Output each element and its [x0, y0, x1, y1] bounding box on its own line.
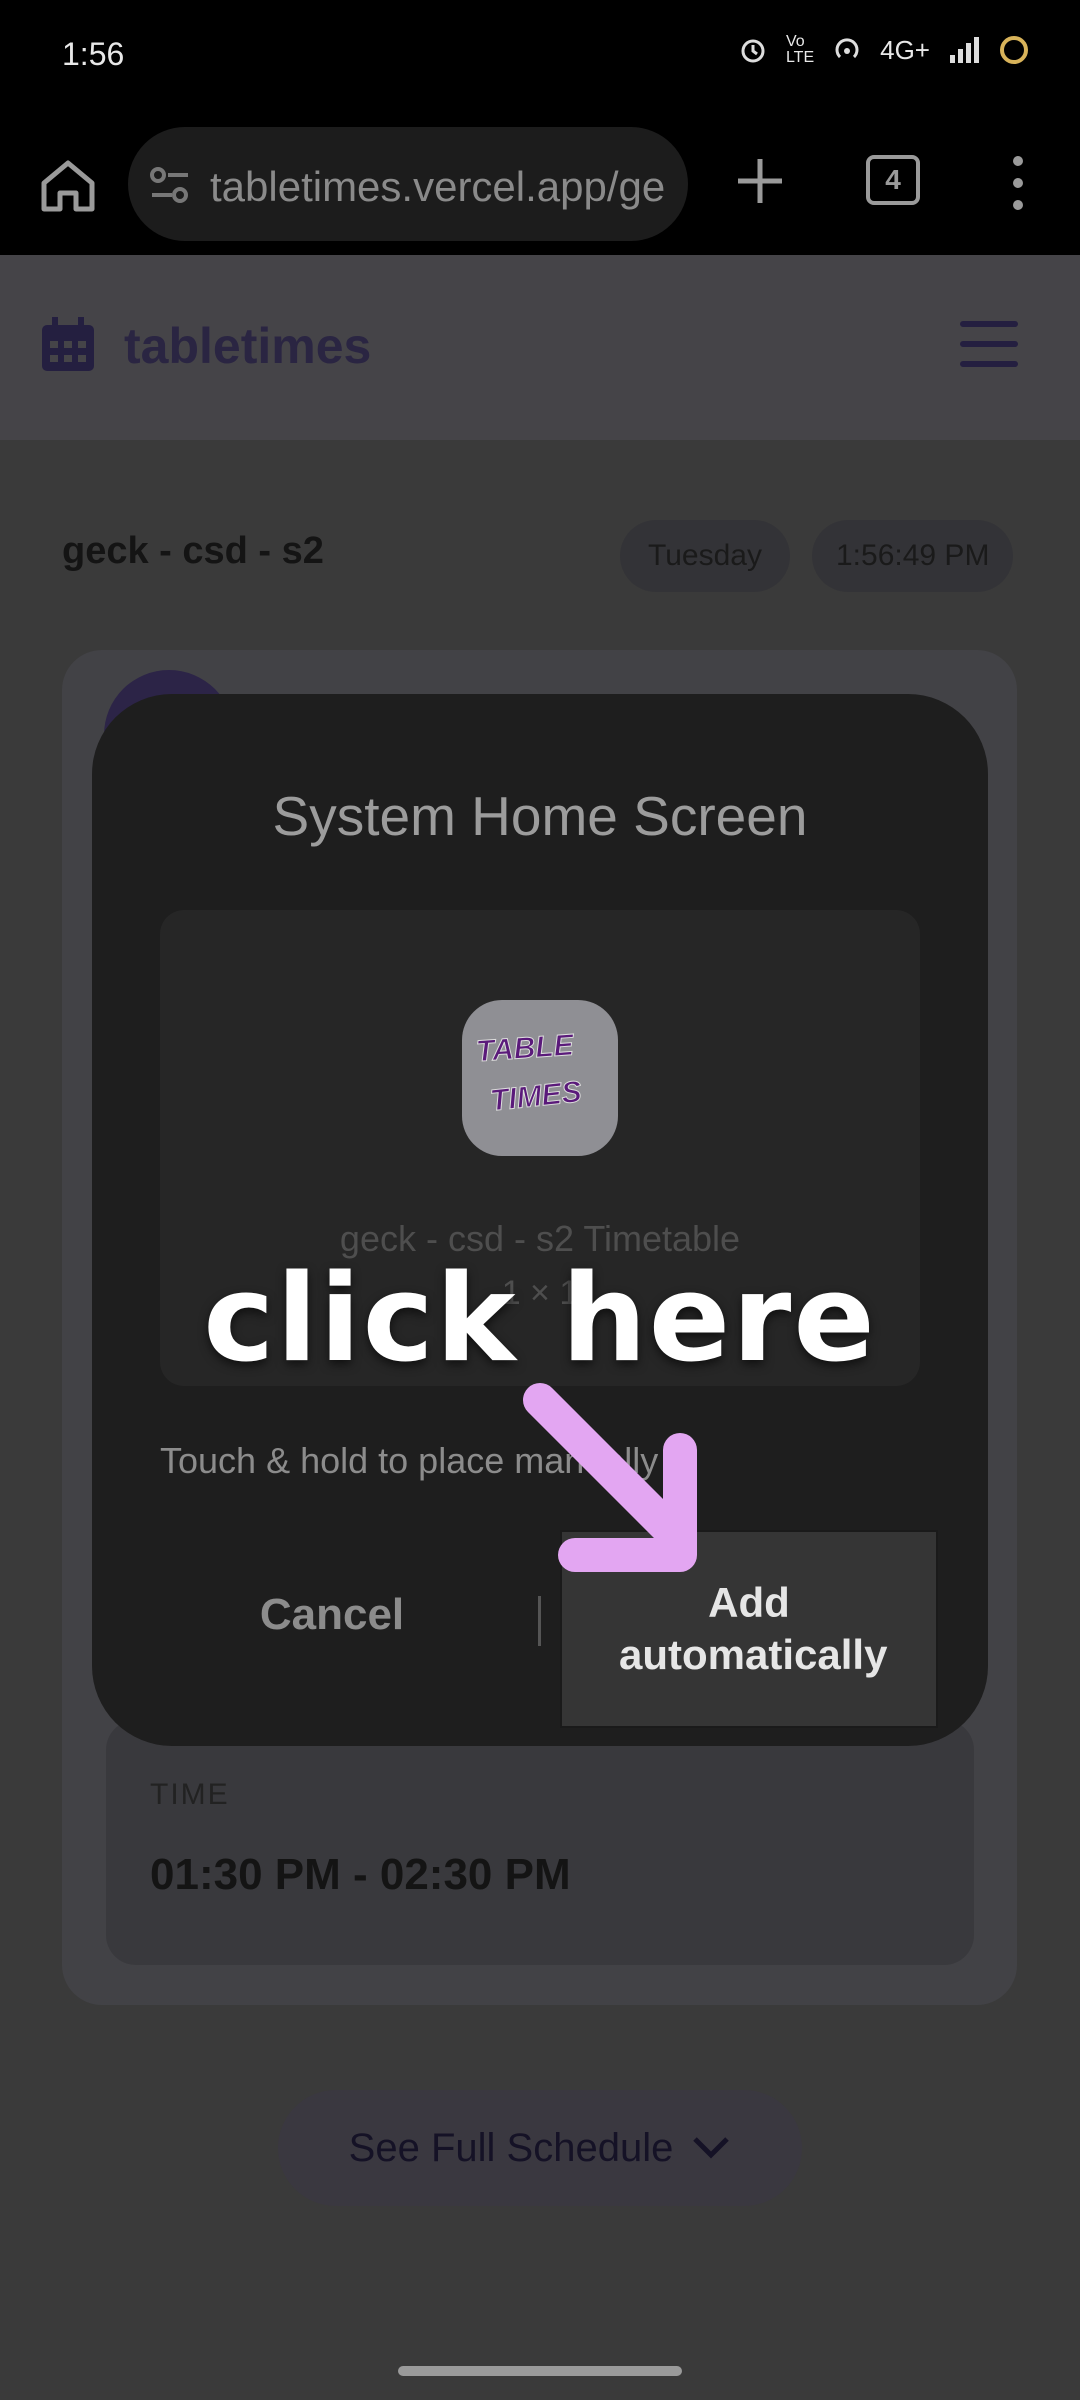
day-badge: Tuesday [620, 520, 790, 592]
url-text: tabletimes.vercel.app/ge [210, 163, 666, 210]
schedule-button-label: See Full Schedule [348, 2125, 674, 2170]
app-icon: TABLE TIMES [462, 1000, 618, 1156]
button-divider [538, 1596, 541, 1646]
chevron-down-icon [693, 2137, 730, 2159]
pointer-arrow-icon [523, 1383, 697, 1572]
new-tab-icon[interactable] [730, 151, 790, 211]
gesture-nav-bar[interactable] [398, 2366, 682, 2376]
signal-icon [950, 37, 979, 63]
cancel-button[interactable]: Cancel [232, 1590, 432, 1640]
app-title[interactable]: tabletimes [124, 317, 371, 375]
battery-ring-icon [1000, 36, 1028, 64]
see-full-schedule-button[interactable]: See Full Schedule [278, 2090, 802, 2206]
status-time: 1:56 [62, 36, 125, 72]
tab-switcher-button[interactable]: 4 [866, 155, 920, 205]
address-bar[interactable]: tabletimes.vercel.app/ge [128, 127, 688, 241]
hotspot-icon [835, 38, 859, 59]
time-box: TIME 01:30 PM - 02:30 PM [106, 1720, 974, 1965]
alarm-icon [741, 39, 765, 63]
app-header: tabletimes [0, 255, 1080, 440]
app-icon-text-times: TIMES [488, 1075, 584, 1118]
clock-badge: 1:56:49 PM [812, 520, 1014, 592]
app-icon-text-table: TABLE [474, 1028, 575, 1069]
time-label: TIME [150, 1778, 230, 1811]
browser-toolbar: tabletimes.vercel.app/ge 4 [0, 115, 1080, 255]
volte-icon: Vo LTE [785, 33, 815, 66]
more-options-icon[interactable] [1000, 151, 1036, 215]
site-settings-icon[interactable] [148, 165, 192, 205]
network-type: 4G+ [880, 34, 930, 65]
calendar-icon [42, 317, 94, 371]
home-icon[interactable] [36, 153, 100, 217]
click-here-annotation: click here [203, 1250, 877, 1389]
dialog-title: System Home Screen [272, 785, 808, 847]
time-value: 01:30 PM - 02:30 PM [150, 1850, 571, 1899]
hamburger-menu-icon[interactable] [960, 319, 1018, 369]
status-icons: Vo LTE 4G+ [738, 34, 1030, 66]
status-bar: 1:56 Vo LTE 4G+ [0, 0, 1080, 115]
page-title: geck - csd - s2 [62, 530, 324, 572]
